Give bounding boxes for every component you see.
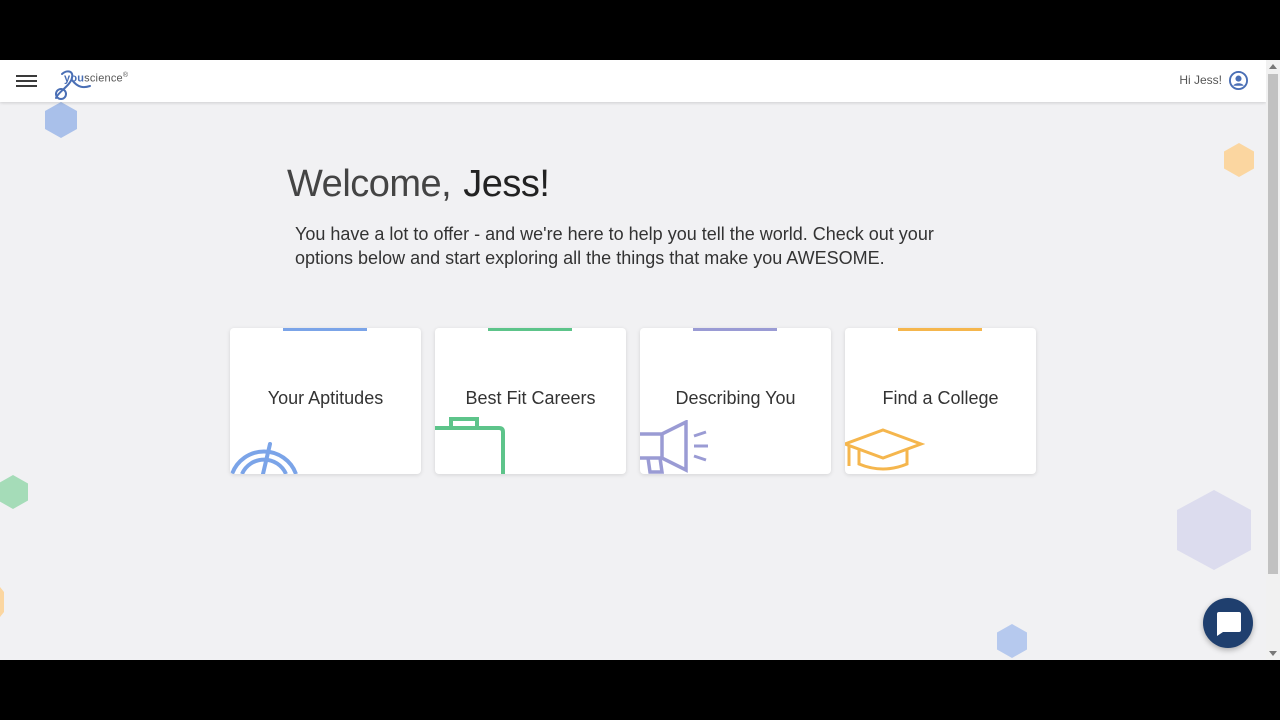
user-greeting: Hi Jess! (1179, 73, 1222, 87)
logo-wordmark: youscience® (64, 72, 129, 85)
decor-hexagon-blue-small (997, 624, 1027, 658)
decor-hexagon-lavender (1177, 490, 1251, 570)
card-describing-you[interactable]: Describing You (640, 328, 831, 474)
menu-line-icon (16, 80, 37, 82)
card-label: Find a College (882, 388, 999, 408)
decor-hexagon-orange (1224, 143, 1254, 177)
scroll-down-arrow-icon[interactable] (1269, 651, 1277, 656)
scroll-up-arrow-icon[interactable] (1269, 64, 1277, 69)
card-accent-bar (898, 328, 982, 331)
card-accent-bar (693, 328, 777, 331)
decor-hexagon-orange-edge (0, 587, 4, 617)
youscience-logo[interactable]: youscience® (52, 66, 152, 100)
chat-widget-button[interactable] (1203, 598, 1253, 648)
card-find-a-college[interactable]: Find a College (845, 328, 1036, 474)
card-accent-bar (283, 328, 367, 331)
chat-bubble-icon (1217, 612, 1241, 636)
decor-hexagon-blue (45, 102, 77, 138)
card-your-aptitudes[interactable]: Your Aptitudes (230, 328, 421, 474)
welcome-heading: Welcome, Jess! (287, 163, 550, 206)
card-label: Your Aptitudes (267, 388, 384, 408)
hamburger-menu-button[interactable] (16, 72, 40, 90)
user-account-icon[interactable] (1229, 71, 1248, 90)
graduation-cap-icon (845, 428, 925, 471)
gauge-icon (230, 442, 298, 474)
intro-paragraph: You have a lot to offer - and we're here… (295, 224, 934, 268)
card-accent-bar (488, 328, 572, 331)
megaphone-icon (640, 420, 708, 474)
page-scrollbar[interactable] (1266, 60, 1280, 660)
menu-line-icon (16, 85, 37, 87)
decor-hexagon-green (0, 475, 28, 509)
scroll-thumb[interactable] (1268, 74, 1278, 574)
card-label: Best Fit Careers (465, 388, 596, 408)
card-label: Describing You (675, 388, 796, 408)
welcome-word: Welcome, (287, 163, 462, 205)
top-navigation-bar: youscience® Hi Jess! (0, 60, 1266, 102)
briefcase-icon (435, 417, 505, 474)
card-best-fit-careers[interactable]: Best Fit Careers (435, 328, 626, 474)
welcome-user-name: Jess! (463, 163, 550, 205)
menu-line-icon (16, 75, 37, 77)
app-viewport: youscience® Hi Jess! Welcome, Jess! You h… (0, 60, 1280, 660)
